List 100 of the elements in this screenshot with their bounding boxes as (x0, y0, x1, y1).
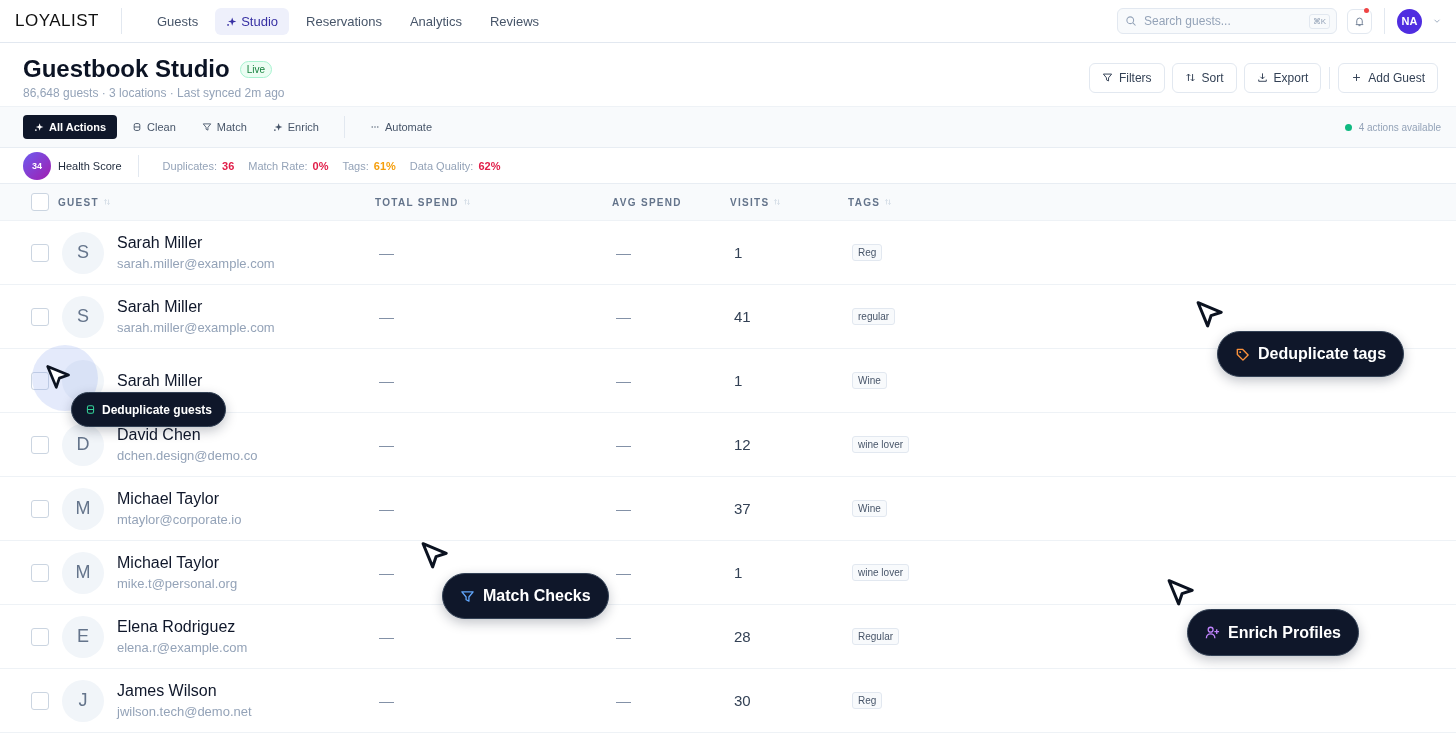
action-tooltip: Deduplicate guests (71, 392, 227, 427)
guest-email: elena.r@example.com (117, 640, 248, 655)
bell-icon (1354, 15, 1365, 27)
action-tab[interactable]: Enrich (261, 115, 330, 139)
table-cell: — (616, 308, 631, 325)
sort-icon (1184, 72, 1196, 83)
nav-tab[interactable]: Reviews (478, 7, 551, 35)
plus-icon (1351, 72, 1363, 83)
row-checkbox[interactable] (31, 691, 49, 710)
nav-tab[interactable]: Studio (215, 7, 290, 35)
toolbar-button[interactable]: Export (1243, 62, 1322, 93)
sparkle-icon (34, 122, 44, 132)
table-cell: — (616, 372, 631, 389)
guest-avatar: M (62, 487, 104, 530)
download-icon (1256, 72, 1268, 83)
user-plus-icon (1205, 625, 1220, 640)
page-title: Guestbook Studio (23, 55, 230, 83)
row-checkbox[interactable] (31, 627, 49, 646)
metric-value: 36 (222, 159, 235, 172)
guest-name: Elena Rodriguez (117, 618, 237, 636)
guest-avatar: S (62, 295, 104, 338)
guest-avatar: J (62, 679, 104, 722)
action-tooltip: Enrich Profiles (1187, 609, 1359, 656)
guest-name: Michael Taylor (117, 554, 220, 572)
column-header[interactable]: VISITS (730, 196, 770, 208)
toolbar-button[interactable]: Add Guest (1338, 62, 1438, 93)
row-checkbox[interactable] (31, 307, 49, 326)
shortcut-hint: ⌘K (1308, 14, 1330, 29)
guest-email: sarah.miller@example.com (117, 256, 275, 271)
column-header[interactable]: AVG SPEND (612, 196, 682, 208)
guest-tag: Regular (852, 628, 900, 645)
table-cell: 12 (734, 436, 751, 453)
guest-tag: Wine (852, 372, 887, 389)
column-header[interactable]: GUEST (58, 196, 99, 208)
guest-email: mike.t@personal.org (117, 576, 238, 591)
table-cell: — (379, 628, 394, 645)
guest-name: David Chen (117, 426, 202, 444)
select-all-checkbox[interactable] (31, 193, 49, 211)
cursor-icon (44, 364, 71, 391)
guest-email: jwilson.tech@demo.net (117, 704, 252, 719)
cursor-icon (1194, 300, 1224, 330)
cursor-icon (419, 541, 449, 571)
table-cell: — (379, 692, 394, 709)
notifications-button[interactable] (1347, 8, 1372, 34)
user-avatar[interactable]: NA (1397, 8, 1422, 34)
row-checkbox[interactable] (31, 243, 49, 262)
action-tab[interactable]: Match (190, 115, 258, 139)
nav-tab[interactable]: Reservations (295, 7, 393, 35)
metric-label: Match Rate: (248, 159, 308, 172)
tag-icon (1235, 346, 1250, 362)
table-cell: — (379, 500, 394, 517)
guest-name: Sarah Miller (117, 234, 204, 252)
guest-avatar: E (62, 615, 104, 658)
table-cell: 1 (734, 244, 743, 261)
table-cell: — (379, 308, 394, 325)
nav-tab[interactable]: Guests (146, 7, 210, 35)
guest-name: Michael Taylor (117, 490, 220, 508)
table-cell: 30 (734, 692, 751, 709)
sparkle-icon (226, 15, 238, 27)
status-badge: Live (239, 60, 273, 78)
action-tab[interactable]: All Actions (23, 115, 118, 139)
table-cell: — (379, 372, 394, 389)
table-cell: 28 (734, 628, 751, 645)
guest-tag: wine lover (852, 564, 910, 581)
actions-count: 4 actions available (1358, 121, 1441, 133)
table-cell: — (616, 628, 631, 645)
cursor-icon (1165, 578, 1195, 608)
guest-tag: Reg (852, 692, 883, 709)
database-icon (132, 122, 143, 132)
guest-avatar: S (62, 231, 104, 274)
guest-tag: Reg (852, 244, 883, 261)
score-badge: 34 (23, 151, 51, 180)
page-subtitle: 86,648 guests · 3 locations · Last synced 2m ago (23, 86, 286, 100)
table-cell: — (616, 564, 631, 581)
row-checkbox[interactable] (31, 499, 49, 518)
database-icon (85, 404, 96, 415)
nav-tab[interactable]: Analytics (398, 7, 473, 35)
status-dot (1344, 123, 1352, 131)
action-tab[interactable]: Clean (121, 115, 187, 139)
table-cell: — (379, 436, 394, 453)
row-checkbox[interactable] (31, 435, 49, 454)
column-header[interactable]: TOTAL SPEND (375, 196, 459, 208)
table-cell: 1 (734, 564, 743, 581)
guest-avatar: M (62, 551, 104, 594)
table-cell: — (379, 564, 394, 581)
action-tab[interactable]: Automate (358, 115, 444, 139)
table-cell: — (616, 244, 631, 261)
guest-name: James Wilson (117, 682, 218, 700)
table-cell: — (616, 436, 631, 453)
metric-label: Duplicates: (162, 159, 217, 172)
filter-icon (1101, 72, 1113, 83)
toolbar-button[interactable]: Sort (1171, 62, 1237, 93)
metric-value: 0% (312, 159, 329, 172)
action-tooltip: Deduplicate tags (1217, 331, 1405, 377)
filter-icon (460, 588, 475, 604)
table-cell: — (616, 692, 631, 709)
table-cell: 37 (734, 500, 751, 517)
row-checkbox[interactable] (31, 563, 49, 582)
toolbar-button[interactable]: Filters (1088, 62, 1165, 93)
column-header[interactable]: TAGS (848, 196, 881, 208)
